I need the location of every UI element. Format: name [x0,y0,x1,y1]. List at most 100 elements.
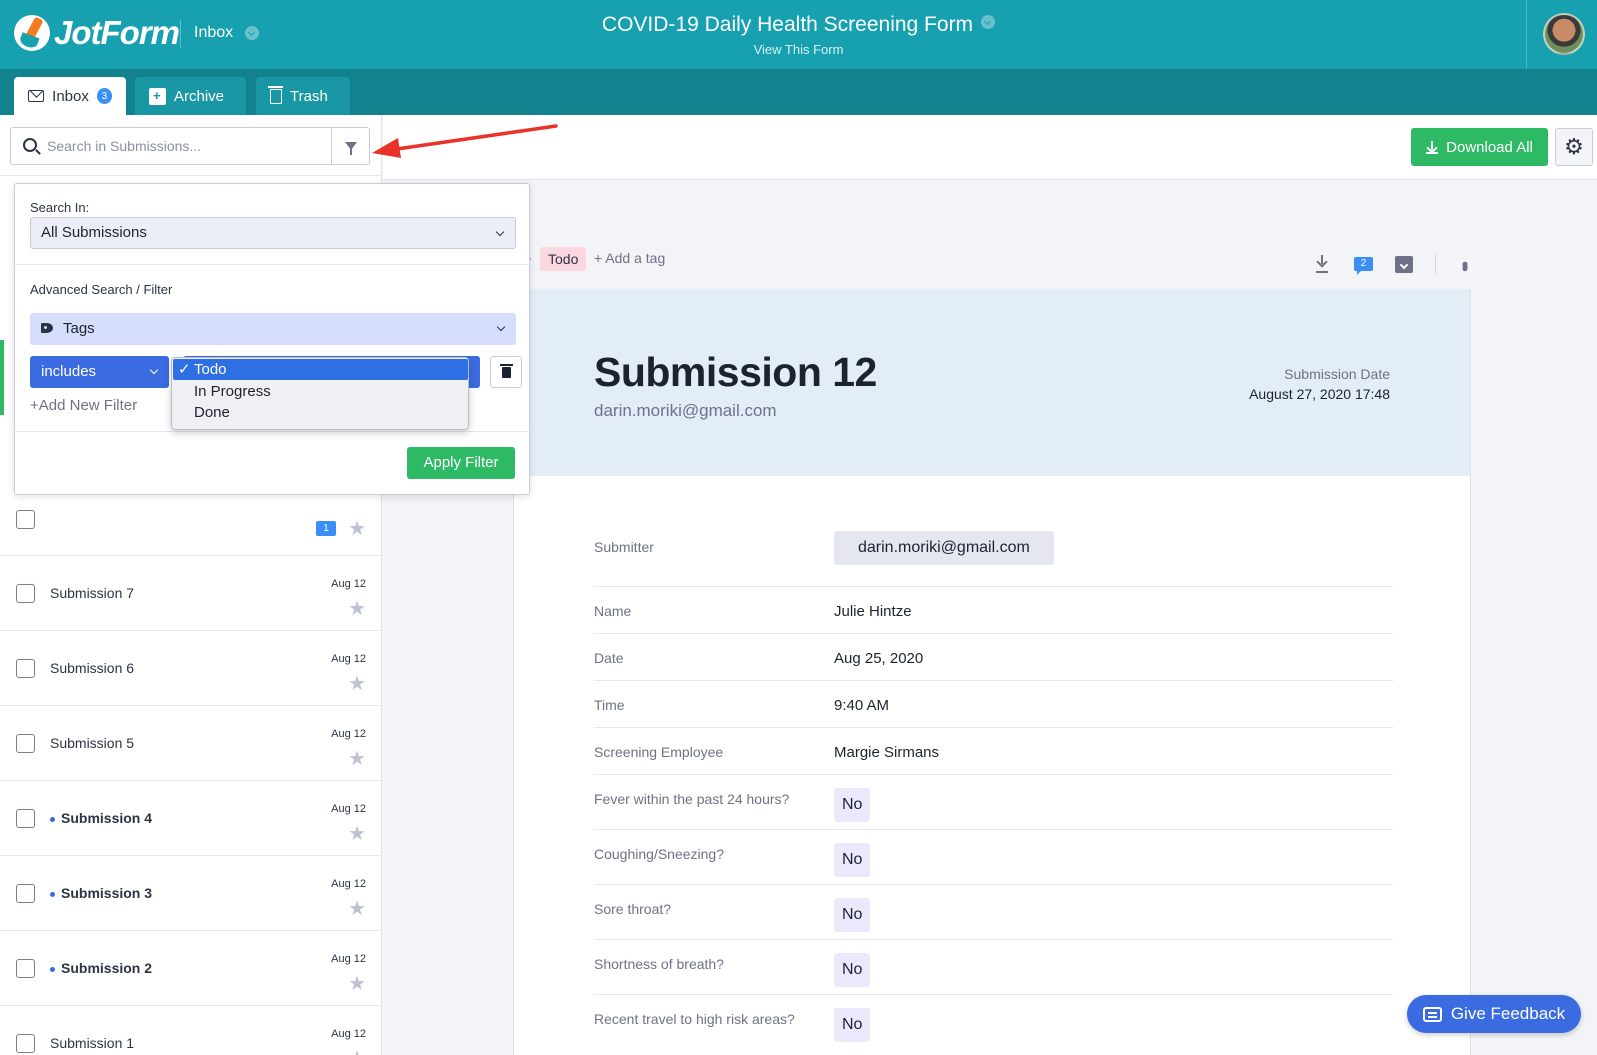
comment-count-badge: 1 [316,521,336,536]
submission-card: Submission 12 darin.moriki@gmail.com Sub… [513,289,1471,1055]
delete-filter-button[interactable] [490,356,522,388]
divider [15,264,529,265]
row-title: Submission 2 [61,960,153,976]
star-icon[interactable]: ★ [348,974,366,994]
option-label: Done [194,404,230,421]
row-checkbox[interactable] [16,584,35,603]
star-icon[interactable]: ★ [348,899,366,919]
filter-operator-select[interactable]: includes [30,356,169,388]
field-label: Time [594,697,625,713]
star-icon[interactable]: ★ [348,824,366,844]
add-tag-link[interactable]: + Add a tag [594,250,665,266]
tag-todo[interactable]: Todo [540,247,587,271]
row-checkbox[interactable] [16,659,35,678]
field-row: Recent travel to high risk areas? No [594,995,1393,1050]
row-checkbox[interactable] [16,959,35,978]
list-item[interactable]: Submission 3 Aug 12 ★ [0,856,382,931]
row-title: Submission 1 [50,1035,135,1051]
submission-date: August 27, 2020 17:48 [1249,386,1390,402]
star-icon[interactable]: ★ [348,519,366,539]
tab-label: Archive [174,87,225,105]
view-form-link[interactable]: View This Form [0,42,1597,57]
give-feedback-button[interactable]: Give Feedback [1407,995,1581,1033]
form-title-text: COVID-19 Daily Health Screening Form [601,13,974,36]
submission-date-label: Submission Date [1284,366,1390,382]
row-date: Aug 12 [331,953,366,965]
tab-archive[interactable]: Archive [135,77,246,115]
trash-icon [268,85,283,104]
list-item[interactable]: Submission 7 Aug 12 ★ [0,556,382,631]
row-title: Submission 5 [50,735,135,751]
row-title: Submission 3 [61,885,153,901]
field-value: No [834,843,871,877]
row-checkbox[interactable] [16,1034,35,1053]
search-in-select[interactable]: All Submissions [30,217,516,249]
row-checkbox[interactable] [16,734,35,753]
check-icon: ✓ [178,361,191,378]
chevron-down-icon [495,227,505,237]
submission-list: 1 ★ Submission 7 Aug 12 ★ Submission 6 A… [0,510,382,1055]
option-label: In Progress [194,383,271,400]
divider [0,175,382,176]
list-item[interactable]: Submission 6 Aug 12 ★ [0,631,382,706]
add-new-filter-link[interactable]: +Add New Filter [30,397,137,414]
search-in-label: Search In: [30,200,90,215]
option-done[interactable]: Done [173,402,468,423]
envelope-icon [28,90,45,102]
unread-dot [50,892,55,897]
list-item[interactable]: Submission 2 Aug 12 ★ [0,931,382,1006]
row-checkbox[interactable] [16,884,35,903]
star-icon[interactable]: ★ [348,1049,366,1055]
unread-dot [50,967,55,972]
row-date: Aug 12 [331,578,366,590]
field-row: Time 9:40 AM [594,681,1393,728]
field-row: Submitter darin.moriki@gmail.com [594,529,1393,587]
tab-label: Trash [290,87,328,105]
search-input[interactable] [47,129,327,163]
download-all-button[interactable]: Download All [1411,128,1548,166]
row-checkbox[interactable] [16,510,35,529]
download-icon [1426,140,1439,154]
submission-title: Submission 12 [594,349,877,395]
field-value: No [834,953,871,987]
filter-button[interactable] [331,128,369,164]
chevron-down-icon [496,322,506,332]
settings-button[interactable]: ⚙ [1555,128,1593,166]
option-label: Todo [194,361,227,378]
list-item[interactable]: Submission 4 Aug 12 ★ [0,781,382,856]
field-row: Shortness of breath? No [594,940,1393,995]
archive-icon[interactable] [1395,255,1413,273]
filter-field-select[interactable]: Tags [30,313,516,345]
field-value: Margie Sirmans [834,744,940,761]
archive-icon [149,87,166,105]
star-icon[interactable]: ★ [348,749,366,769]
trash-icon [499,363,513,378]
tab-trash[interactable]: Trash [256,77,350,115]
avatar[interactable] [1543,13,1585,55]
submission-header: Submission 12 darin.moriki@gmail.com Sub… [514,289,1470,476]
form-title[interactable]: COVID-19 Daily Health Screening Form [0,13,1597,37]
option-in-progress[interactable]: In Progress [173,381,468,402]
more-options-icon[interactable]: ••• [1455,261,1475,268]
tab-inbox[interactable]: Inbox 3 [14,77,126,115]
list-item[interactable]: 1 ★ [0,510,382,556]
annotation-arrow-icon [372,124,558,158]
list-item[interactable]: Submission 5 Aug 12 ★ [0,706,382,781]
search-icon [23,138,37,152]
selected-row-indicator [0,340,4,415]
feedback-icon [1422,1006,1442,1022]
star-icon[interactable]: ★ [348,599,366,619]
apply-filter-button[interactable]: Apply Filter [407,447,515,479]
field-label: Coughing/Sneezing? [594,846,724,862]
search-in-value: All Submissions [41,224,147,241]
star-icon[interactable]: ★ [348,674,366,694]
filter-value-options: ✓ Todo In Progress Done [171,357,469,430]
divider [15,431,529,432]
option-todo[interactable]: ✓ Todo [173,359,468,380]
list-item[interactable]: Submission 1 Aug 12 ★ [0,1006,382,1055]
filter-icon [344,142,357,155]
comments-icon[interactable]: 2 [1354,257,1373,275]
field-label: Shortness of breath? [594,956,724,972]
row-checkbox[interactable] [16,809,35,828]
download-icon[interactable] [1316,255,1332,273]
